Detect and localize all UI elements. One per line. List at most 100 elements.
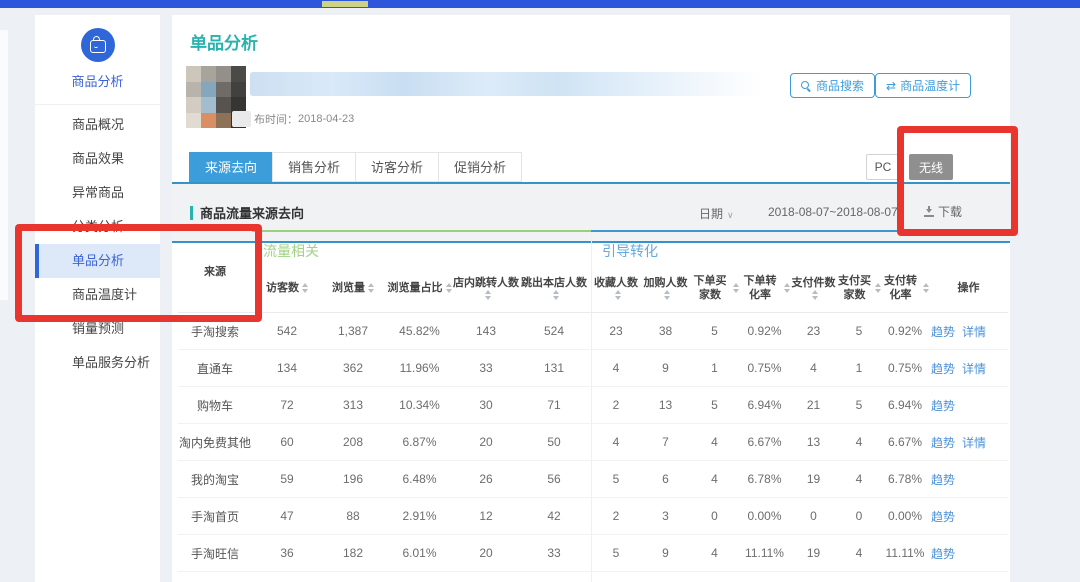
value-cell: 5 xyxy=(591,472,641,486)
value-cell: 182 xyxy=(322,546,384,560)
search-icon xyxy=(801,81,811,91)
trend-link[interactable]: 趋势 xyxy=(931,471,955,488)
column-header-收藏人数[interactable]: 收藏人数 xyxy=(591,264,641,312)
column-header-下单转化率[interactable]: 下单转化率 xyxy=(739,264,790,312)
download-icon xyxy=(924,206,934,217)
sidebar-item-单品分析[interactable]: 单品分析 xyxy=(35,244,160,278)
trend-link[interactable]: 趋势 xyxy=(931,323,955,340)
value-cell: 6.67% xyxy=(881,435,929,449)
value-cell: 30 xyxy=(455,398,517,412)
value-cell: 72 xyxy=(252,398,322,412)
top-progress-bar xyxy=(0,0,1080,8)
value-cell: 5 xyxy=(690,324,739,338)
sort-arrows-icon xyxy=(553,290,559,300)
tab-访客分析[interactable]: 访客分析 xyxy=(355,152,439,182)
column-header-支付买家数[interactable]: 支付买家数 xyxy=(837,264,881,312)
value-cell: 2.91% xyxy=(384,509,455,523)
column-header-浏览量占比[interactable]: 浏览量占比 xyxy=(384,264,455,312)
sidebar-item-分类分析[interactable]: 分类分析 xyxy=(35,210,160,244)
product-thermometer-button[interactable]: ⇄ 商品温度计 xyxy=(875,73,971,98)
date-range-value[interactable]: 2018-08-07~2018-08-07 xyxy=(768,205,898,219)
value-cell: 4 xyxy=(690,435,739,449)
column-header-浏览量[interactable]: 浏览量 xyxy=(322,264,384,312)
swap-icon: ⇄ xyxy=(886,80,896,92)
value-cell: 56 xyxy=(517,472,591,486)
value-cell: 9 xyxy=(641,361,690,375)
value-cell: 47 xyxy=(252,509,322,523)
table-row-手淘首页: 手淘首页47882.91%12422300.00%000.00%趋势 xyxy=(178,497,1008,534)
source-cell: 手淘旺信 xyxy=(178,545,252,562)
value-cell: 0.00% xyxy=(881,509,929,523)
value-cell: 6.78% xyxy=(881,472,929,486)
value-cell: 20 xyxy=(455,435,517,449)
value-cell: 88 xyxy=(322,509,384,523)
trend-link[interactable]: 趋势 xyxy=(931,397,955,414)
sidebar-item-商品效果[interactable]: 商品效果 xyxy=(35,142,160,176)
value-cell: 2 xyxy=(591,398,641,412)
trend-link[interactable]: 趋势 xyxy=(931,360,955,377)
trend-link[interactable]: 趋势 xyxy=(931,508,955,525)
value-cell: 0 xyxy=(690,509,739,523)
value-cell: 12 xyxy=(455,509,517,523)
table-row-手淘旺信: 手淘旺信361826.01%203359411.11%19411.11%趋势 xyxy=(178,534,1008,571)
download-button[interactable]: 下载 xyxy=(924,203,962,220)
value-cell: 71 xyxy=(517,398,591,412)
value-cell: 4 xyxy=(837,435,881,449)
value-cell: 208 xyxy=(322,435,384,449)
value-cell: 4 xyxy=(690,472,739,486)
section-tick-icon xyxy=(190,206,193,220)
detail-link[interactable]: 详情 xyxy=(962,360,986,377)
tab-促销分析[interactable]: 促销分析 xyxy=(438,152,522,182)
value-cell: 6.94% xyxy=(739,398,790,412)
value-cell: 524 xyxy=(517,324,591,338)
sidebar-item-销量预测[interactable]: 销量预测 xyxy=(35,312,160,346)
detail-link[interactable]: 详情 xyxy=(962,323,986,340)
date-filter-dropdown[interactable]: 日期∨ xyxy=(699,205,734,222)
column-header-下单买家数[interactable]: 下单买家数 xyxy=(690,264,739,312)
sidebar-item-异常商品[interactable]: 异常商品 xyxy=(35,176,160,210)
device-toggle-wireless[interactable]: 无线 xyxy=(909,154,953,180)
value-cell: 1 xyxy=(837,361,881,375)
value-cell: 11.96% xyxy=(384,361,455,375)
product-analysis-icon xyxy=(81,28,115,62)
value-cell: 6 xyxy=(641,472,690,486)
sidebar-item-商品概况[interactable]: 商品概况 xyxy=(35,108,160,142)
value-cell: 26 xyxy=(455,472,517,486)
detail-link[interactable]: 详情 xyxy=(962,434,986,451)
source-cell: 手淘首页 xyxy=(178,508,252,525)
product-search-button[interactable]: 商品搜索 xyxy=(790,73,875,98)
value-cell: 4 xyxy=(837,472,881,486)
column-header-加购人数[interactable]: 加购人数 xyxy=(641,264,690,312)
value-cell: 38 xyxy=(641,324,690,338)
tab-销售分析[interactable]: 销售分析 xyxy=(272,152,356,182)
value-cell: 1,387 xyxy=(322,324,384,338)
value-cell: 13 xyxy=(790,435,837,449)
actions-cell: 趋势 xyxy=(929,471,1008,488)
group-traffic: 流量相关 xyxy=(252,230,591,264)
device-toggle-pc[interactable]: PC xyxy=(866,154,900,180)
sidebar-menu: 商品概况商品效果异常商品分类分析单品分析商品温度计销量预测单品服务分析 xyxy=(35,108,160,380)
table-row-直通车: 直通车13436211.96%331314910.75%410.75%趋势详情 xyxy=(178,349,1008,386)
column-header-支付转化率[interactable]: 支付转化率 xyxy=(881,264,929,312)
trend-link[interactable]: 趋势 xyxy=(931,545,955,562)
value-cell: 6.78% xyxy=(739,472,790,486)
sidebar-item-单品服务分析[interactable]: 单品服务分析 xyxy=(35,346,160,380)
trend-link[interactable]: 趋势 xyxy=(931,434,955,451)
column-header-支付件数[interactable]: 支付件数 xyxy=(790,264,837,312)
group-conversion: 引导转化 xyxy=(591,230,1008,264)
source-cell: 我的淘宝 xyxy=(178,471,252,488)
tab-来源去向[interactable]: 来源去向 xyxy=(189,152,273,182)
value-cell: 6.01% xyxy=(384,546,455,560)
column-header-访客数[interactable]: 访客数 xyxy=(252,264,322,312)
column-header-source: 来源 xyxy=(178,230,252,312)
sidebar-item-商品温度计[interactable]: 商品温度计 xyxy=(35,278,160,312)
column-header-跳出本店人数[interactable]: 跳出本店人数 xyxy=(517,264,591,312)
value-cell: 59 xyxy=(252,472,322,486)
value-cell: 42 xyxy=(517,509,591,523)
sort-arrows-icon xyxy=(664,290,670,300)
sidebar: 商品分析 商品概况商品效果异常商品分类分析单品分析商品温度计销量预测单品服务分析 xyxy=(35,15,160,582)
value-cell: 9 xyxy=(641,546,690,560)
value-cell: 4 xyxy=(591,361,641,375)
value-cell: 5 xyxy=(690,398,739,412)
column-header-店内跳转人数[interactable]: 店内跳转人数 xyxy=(455,264,517,312)
